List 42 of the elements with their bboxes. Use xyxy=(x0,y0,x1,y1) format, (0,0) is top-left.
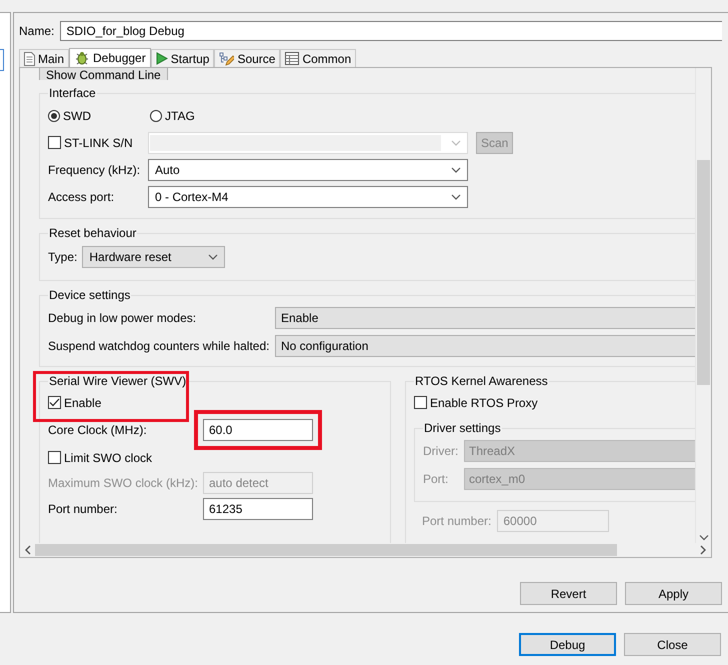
show-command-line-button[interactable]: Show Command Line xyxy=(39,68,168,80)
group-title: Interface xyxy=(48,86,97,100)
group-title: RTOS Kernel Awareness xyxy=(414,374,549,388)
name-field[interactable]: SDIO_for_blog Debug xyxy=(60,21,722,41)
checkbox-label[interactable]: ST-LINK S/N xyxy=(64,136,133,150)
field-label: Port number: xyxy=(422,514,492,528)
tab[interactable]: Source xyxy=(214,49,280,67)
group-title: Device settings xyxy=(48,288,132,302)
core-clock-field[interactable]: 60.0 xyxy=(203,419,313,441)
field-label: Suspend watchdog counters while halted: xyxy=(48,339,268,353)
field-label: Driver: xyxy=(423,444,459,458)
checkbox-label[interactable]: Limit SWO clock xyxy=(64,450,152,464)
tab[interactable]: Main xyxy=(19,49,70,67)
port-number-field[interactable]: 61235 xyxy=(203,498,313,520)
frequency-combo[interactable]: Auto xyxy=(148,158,468,180)
field-label: Port: xyxy=(423,472,450,486)
field-label: Type: xyxy=(48,250,78,264)
tab[interactable]: Startup xyxy=(150,49,214,67)
radio-label[interactable]: SWD xyxy=(63,108,91,122)
field-label: Access port: xyxy=(48,190,116,204)
dialog-button[interactable]: Close xyxy=(624,633,721,656)
group-title: Driver settings xyxy=(423,421,502,435)
setting-combo[interactable]: Enable xyxy=(275,307,695,329)
access-port-combo[interactable]: 0 - Cortex-M4 xyxy=(148,186,468,208)
field-label: Maximum SWO clock (kHz): xyxy=(48,476,199,490)
checkbox-label[interactable]: Enable RTOS Proxy xyxy=(430,396,538,410)
tab[interactable]: Debugger xyxy=(69,48,151,67)
field-label: Core Clock (MHz): xyxy=(48,423,148,437)
field-label: Port number: xyxy=(48,502,118,516)
group-title: Reset behaviour xyxy=(48,226,138,240)
field-label: Frequency (kHz): xyxy=(48,162,140,176)
reset-type-combo[interactable]: Hardware reset xyxy=(82,246,226,268)
action-button[interactable]: Apply xyxy=(625,582,722,605)
name-label: Name: xyxy=(19,24,54,38)
checkbox-label[interactable]: Enable xyxy=(64,396,102,410)
tab[interactable]: Common xyxy=(280,49,356,67)
dialog-button[interactable]: Debug xyxy=(519,633,616,656)
setting-combo[interactable]: No configuration xyxy=(275,335,695,357)
field-label: Debug in low power modes: xyxy=(48,311,198,325)
group-title: Serial Wire Viewer (SWV) xyxy=(48,374,188,388)
radio-label[interactable]: JTAG xyxy=(165,108,195,122)
action-button[interactable]: Revert xyxy=(520,582,617,605)
